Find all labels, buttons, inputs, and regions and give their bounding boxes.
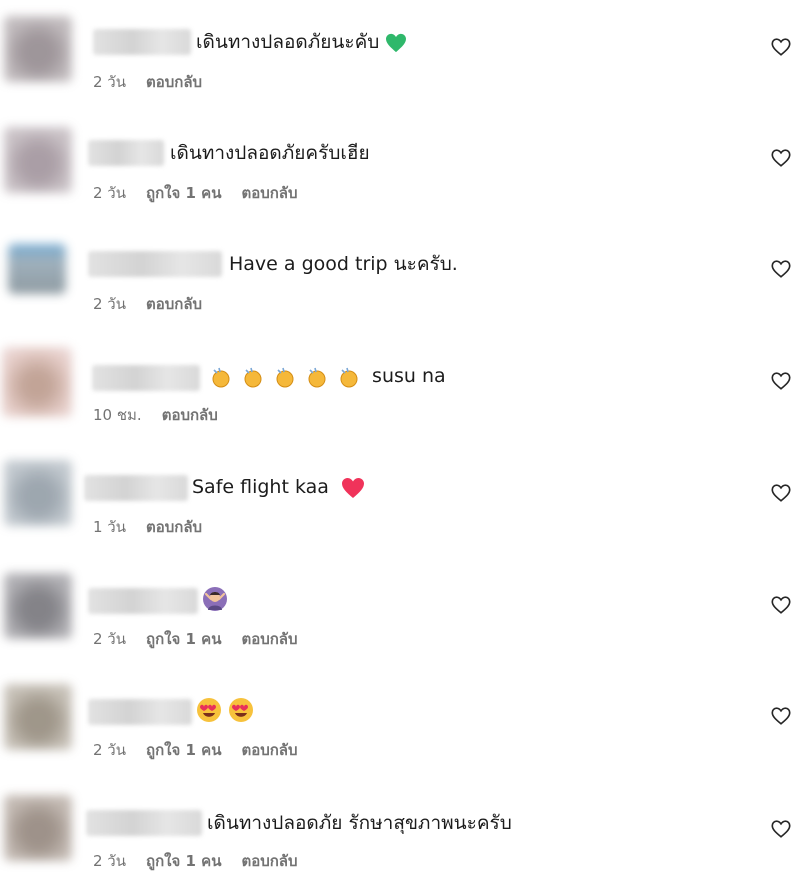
heart-outline-icon (771, 372, 791, 390)
username-redacted[interactable] (88, 588, 198, 614)
like-button[interactable] (770, 36, 792, 58)
avatar[interactable] (8, 244, 66, 294)
comment-item: เดินทางปลอดภัยครับเฮีย 2 วัน ถูกใจ 1 คน … (0, 111, 800, 222)
comment-text-content: Have a good trip นะครับ. (229, 253, 458, 275)
like-button[interactable] (770, 818, 792, 840)
likes-count[interactable]: ถูกใจ 1 คน (146, 740, 221, 760)
comment-item: เดินทางปลอดภัย รักษาสุขภาพนะครับ 2 วัน ถ… (0, 777, 800, 888)
reply-button[interactable]: ตอบกลับ (146, 72, 202, 92)
heart-eyes-icon (196, 697, 256, 723)
comment-text: เดินทางปลอดภัย รักษาสุขภาพนะครับ (207, 810, 512, 836)
like-button[interactable] (770, 594, 792, 616)
likes-count[interactable]: ถูกใจ 1 คน (146, 629, 221, 649)
comment-meta: 2 วัน ตอบกลับ (93, 294, 202, 314)
like-button[interactable] (770, 370, 792, 392)
person-gesture-icon (202, 586, 228, 612)
heart-outline-icon (771, 484, 791, 502)
username-redacted[interactable] (88, 251, 222, 277)
comment-time[interactable]: 2 วัน (93, 183, 126, 203)
avatar[interactable] (4, 684, 72, 750)
comment-text (196, 696, 256, 723)
comment-text: เดินทางปลอดภัยครับเฮีย (170, 140, 370, 166)
red-heart-icon (341, 477, 365, 499)
avatar[interactable] (4, 573, 72, 639)
comment-item: 2 วัน ถูกใจ 1 คน ตอบกลับ (0, 666, 800, 777)
comment-text-content: เดินทางปลอดภัย รักษาสุขภาพนะครับ (207, 812, 512, 834)
reply-button[interactable]: ตอบกลับ (241, 851, 297, 871)
username-redacted[interactable] (88, 140, 164, 166)
comment-text-content: เดินทางปลอดภัยครับเฮีย (170, 142, 370, 164)
clapping-hands-icon (208, 365, 366, 389)
likes-count[interactable]: ถูกใจ 1 คน (146, 183, 221, 203)
heart-outline-icon (771, 149, 791, 167)
comment-text (202, 585, 228, 612)
likes-count[interactable]: ถูกใจ 1 คน (146, 851, 221, 871)
comment-meta: 2 วัน ถูกใจ 1 คน ตอบกลับ (93, 629, 298, 649)
comment-meta: 10 ชม. ตอบกลับ (93, 405, 218, 425)
comment-item: Safe flight kaa 1 วัน ตอบกลับ (0, 444, 800, 555)
heart-outline-icon (771, 596, 791, 614)
comment-time[interactable]: 2 วัน (93, 851, 126, 871)
username-redacted[interactable] (88, 699, 192, 725)
like-button[interactable] (770, 258, 792, 280)
username-redacted[interactable] (84, 475, 188, 501)
heart-outline-icon (771, 260, 791, 278)
username-redacted[interactable] (93, 29, 191, 55)
comment-text-content: susu na (372, 365, 446, 387)
like-button[interactable] (770, 705, 792, 727)
green-heart-icon (385, 33, 407, 53)
comment-item: เดินทางปลอดภัยนะคับ 2 วัน ตอบกลับ (0, 0, 800, 111)
comment-text: susu na (208, 363, 446, 389)
comment-meta: 2 วัน ตอบกลับ (93, 72, 202, 92)
comment-meta: 2 วัน ถูกใจ 1 คน ตอบกลับ (93, 183, 298, 203)
comment-item: Have a good trip นะครับ. 2 วัน ตอบกลับ (0, 222, 800, 333)
comment-text: Have a good trip นะครับ. (229, 251, 458, 277)
comment-text: เดินทางปลอดภัยนะคับ (196, 29, 407, 55)
username-redacted[interactable] (86, 810, 202, 836)
reply-button[interactable]: ตอบกลับ (146, 517, 202, 537)
reply-button[interactable]: ตอบกลับ (241, 629, 297, 649)
avatar[interactable] (4, 16, 72, 82)
heart-outline-icon (771, 820, 791, 838)
comment-text-content: Safe flight kaa (192, 476, 329, 498)
comment-text-content: เดินทางปลอดภัยนะคับ (196, 31, 380, 53)
reply-button[interactable]: ตอบกลับ (146, 294, 202, 314)
comment-time[interactable]: 1 วัน (93, 517, 126, 537)
comment-time[interactable]: 2 วัน (93, 72, 126, 92)
comment-meta: 2 วัน ถูกใจ 1 คน ตอบกลับ (93, 740, 298, 760)
avatar[interactable] (4, 795, 72, 861)
heart-outline-icon (771, 707, 791, 725)
comment-time[interactable]: 2 วัน (93, 294, 126, 314)
reply-button[interactable]: ตอบกลับ (241, 740, 297, 760)
like-button[interactable] (770, 147, 792, 169)
avatar[interactable] (2, 347, 72, 417)
comment-meta: 2 วัน ถูกใจ 1 คน ตอบกลับ (93, 851, 298, 871)
comment-meta: 1 วัน ตอบกลับ (93, 517, 202, 537)
comment-time[interactable]: 2 วัน (93, 629, 126, 649)
reply-button[interactable]: ตอบกลับ (162, 405, 218, 425)
comment-text: Safe flight kaa (192, 474, 365, 500)
username-redacted[interactable] (92, 365, 200, 391)
comment-item: susu na 10 ชม. ตอบกลับ (0, 333, 800, 444)
avatar[interactable] (4, 127, 72, 193)
heart-outline-icon (771, 38, 791, 56)
avatar[interactable] (4, 460, 72, 526)
comment-item: 2 วัน ถูกใจ 1 คน ตอบกลับ (0, 555, 800, 666)
reply-button[interactable]: ตอบกลับ (241, 183, 297, 203)
comment-time[interactable]: 2 วัน (93, 740, 126, 760)
like-button[interactable] (770, 482, 792, 504)
comment-time[interactable]: 10 ชม. (93, 405, 142, 425)
